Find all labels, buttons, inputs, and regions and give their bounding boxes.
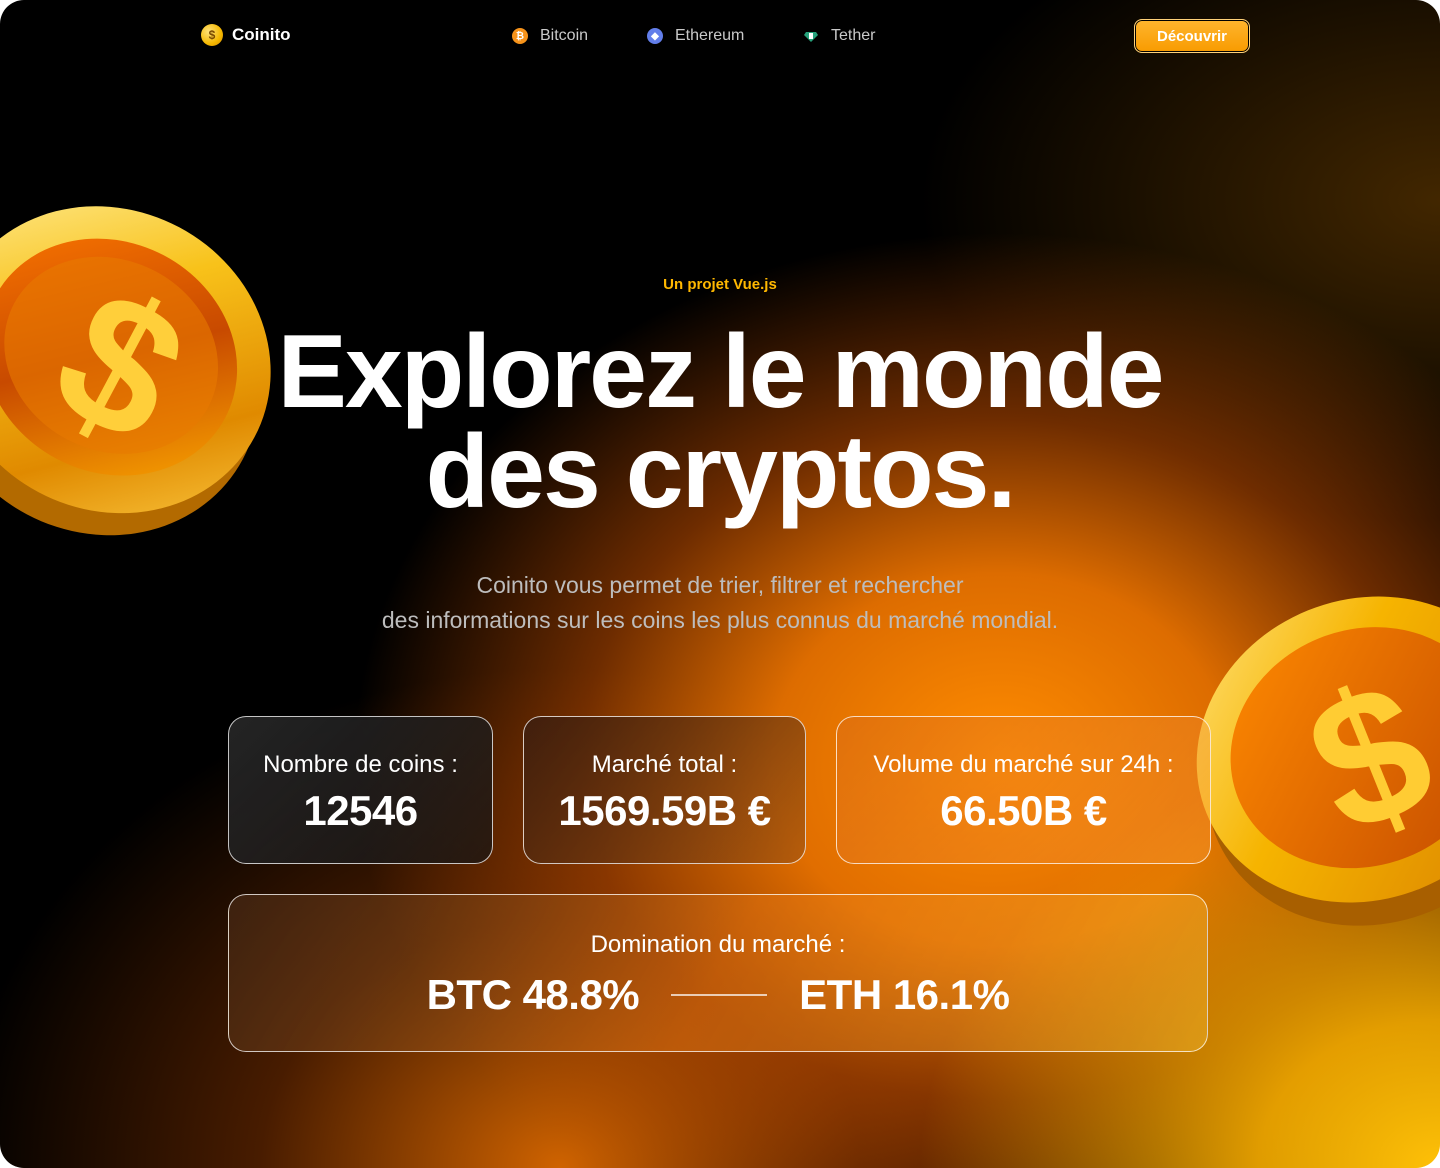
discover-button[interactable]: Découvrir	[1134, 19, 1250, 53]
volume-24h-label: Volume du marché sur 24h :	[873, 751, 1174, 778]
hero-title-line-2: des cryptos.	[425, 414, 1017, 530]
market-dominance-label: Domination du marché :	[590, 931, 846, 958]
dominance-divider	[671, 994, 768, 996]
volume-24h-value: 66.50B €	[940, 787, 1107, 834]
btc-dominance-value: BTC 48.8%	[426, 971, 640, 1018]
nav-link-label: Ethereum	[675, 27, 745, 44]
coins-count-label: Nombre de coins :	[263, 751, 458, 778]
hero-title-line-1: Explorez le monde	[277, 314, 1165, 430]
volume-24h-card: Volume du marché sur 24h : 66.50B €	[836, 716, 1211, 864]
bitcoin-icon: ₿	[512, 28, 528, 44]
market-dominance-card: Domination du marché : BTC 48.8% ETH 16.…	[228, 894, 1208, 1052]
nav-link-bitcoin[interactable]: ₿ Bitcoin	[512, 27, 588, 45]
hero-subtitle-line-1: Coinito vous permet de trier, filtrer et…	[476, 572, 964, 598]
nav-link-label: Tether	[831, 27, 876, 44]
coins-count-value: 12546	[303, 787, 418, 834]
hero-subtitle: Coinito vous permet de trier, filtrer et…	[0, 568, 1440, 638]
total-market-card: Marché total : 1569.59B €	[523, 716, 806, 864]
nav-link-tether[interactable]: Tether	[803, 27, 875, 45]
brand-logo-link[interactable]: $ Coinito	[201, 24, 291, 46]
coinito-logo-icon: $	[201, 24, 223, 46]
total-market-label: Marché total :	[591, 751, 738, 778]
market-dominance-row: BTC 48.8% ETH 16.1%	[229, 971, 1207, 1019]
coins-count-card: Nombre de coins : 12546	[228, 716, 493, 864]
ethereum-icon: ◆	[647, 28, 663, 44]
nav-link-ethereum[interactable]: ◆ Ethereum	[647, 27, 744, 45]
hero-kicker: Un projet Vue.js	[663, 276, 777, 293]
top-nav: $ Coinito ₿ Bitcoin ◆ Ethereum Tether Dé…	[0, 0, 1440, 76]
hero-subtitle-line-2: des informations sur les coins les plus …	[381, 607, 1059, 633]
nav-link-label: Bitcoin	[540, 27, 589, 44]
tether-icon	[803, 28, 819, 44]
page-frame: $ $ $ Coinito ₿ Bitcoin ◆ Ethereum Tethe…	[0, 0, 1440, 1168]
brand-name: Coinito	[232, 25, 291, 44]
hero-title: Explorez le monde des cryptos.	[0, 320, 1440, 524]
total-market-value: 1569.59B €	[558, 787, 771, 834]
eth-dominance-value: ETH 16.1%	[799, 971, 1010, 1018]
